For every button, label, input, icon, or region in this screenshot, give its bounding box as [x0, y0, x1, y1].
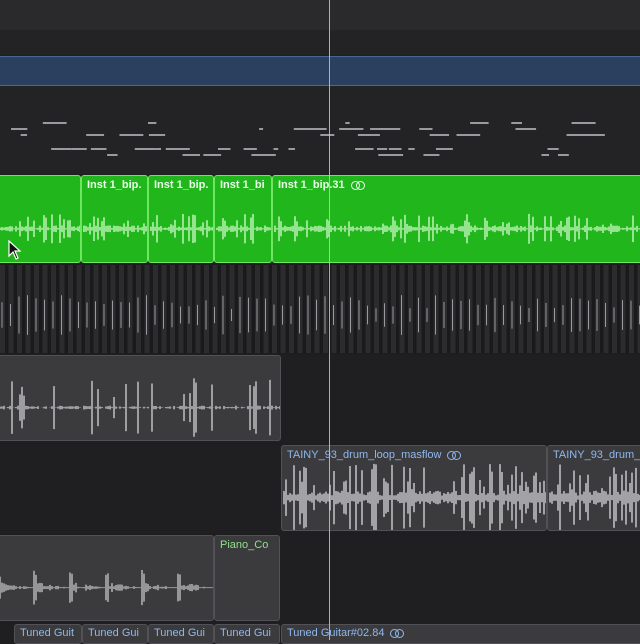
track-piano: Piano_Co	[0, 535, 640, 623]
midi-note	[155, 148, 161, 150]
inst1-region-4[interactable]: Inst 1_bip.31	[272, 175, 640, 263]
midi-note	[339, 128, 349, 130]
inst1-region-3[interactable]: Inst 1_bi	[214, 175, 272, 263]
cycle-region-bar[interactable]	[0, 56, 640, 86]
midi-note	[511, 122, 522, 124]
midi-note	[259, 128, 263, 130]
midi-note	[148, 122, 156, 124]
midi-note	[107, 154, 117, 156]
waveform	[282, 446, 547, 531]
midi-note	[572, 122, 596, 124]
track-percussion-stripes	[0, 265, 640, 353]
inst1-region-1[interactable]: Inst 1_bip.	[81, 175, 148, 263]
midi-note	[378, 154, 403, 156]
midi-note	[135, 148, 156, 150]
region-name: Tuned Gui	[220, 627, 271, 639]
region-name: Tuned Gui	[154, 627, 205, 639]
midi-note	[389, 148, 402, 150]
midi-notes	[0, 86, 640, 174]
midi-note	[244, 148, 257, 150]
region-name: Piano_Co	[220, 539, 268, 551]
midi-note	[21, 134, 27, 136]
guitar-region-0[interactable]: Tuned Guit	[14, 624, 82, 644]
midi-note	[149, 134, 165, 136]
midi-note	[183, 154, 200, 156]
region-name: Tuned Guitar#02.84	[287, 627, 403, 639]
midi-note	[251, 154, 273, 156]
drum-loop-region-0[interactable]: TAINY_93_drum_loop_masflow	[281, 445, 547, 531]
midi-note	[345, 122, 349, 124]
waveform	[0, 356, 281, 441]
guitar-region-4[interactable]: Tuned Guitar#02.84	[281, 624, 640, 644]
midi-note	[273, 148, 278, 150]
midi-note	[547, 148, 558, 150]
waveform	[0, 536, 214, 621]
midi-note	[558, 154, 566, 156]
ruler-row[interactable]	[0, 0, 640, 31]
pointer-cursor-icon	[8, 240, 22, 260]
midi-note	[426, 154, 439, 156]
midi-note	[11, 128, 27, 130]
midi-note	[377, 148, 387, 150]
track-perc-loop	[0, 355, 640, 443]
midi-note	[166, 148, 190, 150]
piano-region-prev[interactable]	[0, 535, 214, 621]
midi-note	[86, 134, 104, 136]
midi-note	[91, 148, 107, 150]
track-inst1: Inst 1_bip. Inst 1_bip. Inst 1_bi Inst 1…	[0, 175, 640, 263]
midi-note	[470, 122, 489, 124]
midi-note	[385, 128, 400, 130]
inst1-region-2[interactable]: Inst 1_bip.	[148, 175, 214, 263]
region-name: Tuned Guit	[20, 627, 74, 639]
midi-note	[541, 154, 549, 156]
guitar-region-1[interactable]: Tuned Gui	[82, 624, 148, 644]
guitar-region-3[interactable]: Tuned Gui	[214, 624, 280, 644]
midi-note	[430, 134, 449, 136]
loop-icon	[390, 629, 403, 637]
midi-note	[408, 148, 414, 150]
midi-notes-lane	[0, 86, 640, 174]
percussion-waveform	[0, 265, 640, 353]
midi-note	[294, 128, 311, 130]
midi-note	[218, 148, 231, 150]
track-drum-loop: TAINY_93_drum_loop_masflow TAINY_93_drum…	[0, 445, 640, 533]
track-tuned-guitar: Tuned Guit Tuned Gui Tuned Gui Tuned Gui…	[0, 624, 640, 640]
midi-note	[51, 148, 72, 150]
midi-note	[320, 134, 334, 136]
drum-loop-region-1[interactable]: TAINY_93_drum_loop	[547, 445, 640, 531]
guitar-region-2[interactable]: Tuned Gui	[148, 624, 214, 644]
region-name: Tuned Gui	[88, 627, 139, 639]
midi-note	[457, 134, 481, 136]
marker-row	[0, 30, 640, 55]
waveform	[82, 176, 148, 263]
waveform	[548, 446, 640, 531]
midi-note	[355, 148, 373, 150]
playhead[interactable]	[329, 0, 330, 640]
midi-note	[568, 134, 579, 136]
midi-note	[591, 134, 605, 136]
midi-note	[203, 154, 221, 156]
waveform	[215, 176, 272, 263]
perc-loop-region[interactable]	[0, 355, 281, 441]
midi-note	[72, 148, 87, 150]
midi-note	[119, 134, 143, 136]
piano-region[interactable]: Piano_Co	[214, 535, 280, 621]
midi-note	[358, 134, 379, 136]
midi-note	[288, 148, 295, 150]
midi-note	[43, 122, 67, 124]
midi-note	[419, 128, 432, 130]
midi-note	[515, 128, 536, 130]
waveform	[149, 176, 214, 263]
midi-note	[436, 148, 453, 150]
